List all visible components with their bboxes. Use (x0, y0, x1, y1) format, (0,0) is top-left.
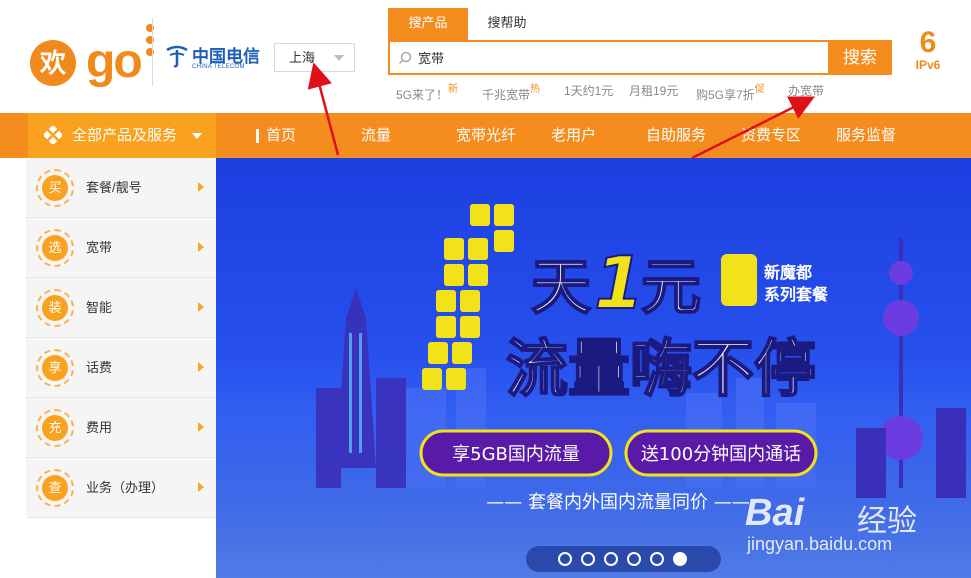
arrow-to-city (307, 62, 340, 156)
arrow-to-hot-word (691, 96, 815, 160)
baidu-jingyan-watermark: Bai 经验 jingyan.baidu.com (745, 470, 965, 570)
watermark-url: jingyan.baidu.com (747, 534, 893, 554)
watermark-brand: Bai (745, 492, 805, 534)
